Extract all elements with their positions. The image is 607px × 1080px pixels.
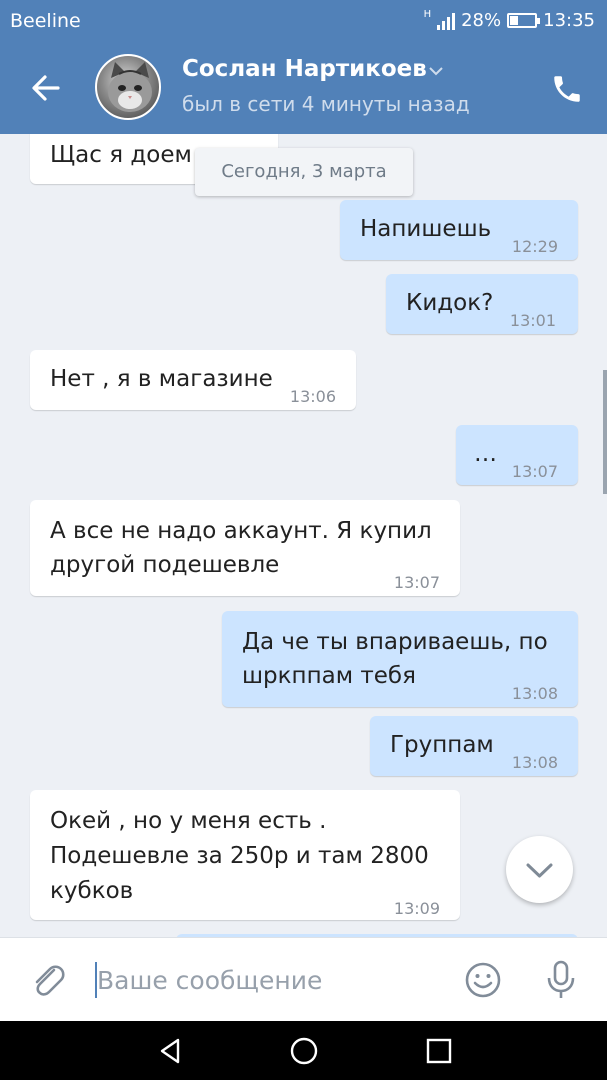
system-nav-bar <box>0 1021 607 1080</box>
chat-header: Сослан Нартикоев был в сети 4 минуты наз… <box>0 42 607 134</box>
chevron-down-icon[interactable] <box>428 66 444 76</box>
message-text: Щас я доем <box>50 142 192 168</box>
scrollbar-thumb[interactable] <box>603 370 607 494</box>
microphone-icon[interactable] <box>541 958 581 1002</box>
message-time: 12:29 <box>511 237 558 256</box>
status-indicators: H 28% 13:35 <box>423 9 595 32</box>
message-time: 13:01 <box>509 311 556 330</box>
back-arrow-icon[interactable] <box>28 70 64 106</box>
message-time: 13:08 <box>511 684 558 703</box>
recents-square-icon[interactable] <box>423 1035 455 1067</box>
carrier-name: Beeline <box>10 10 81 32</box>
message-out[interactable]: … 13:07 <box>456 425 578 485</box>
contact-name[interactable]: Сослан Нартикоев <box>182 56 427 82</box>
message-text-line-2: шркппам тебя <box>242 663 416 689</box>
message-time: 13:07 <box>511 462 558 481</box>
message-text-line-2: Подешевле за 250р и там 2800 <box>50 843 429 869</box>
message-text-line-2: другой подешевле <box>50 552 280 578</box>
message-time: 13:09 <box>393 899 440 918</box>
smile-icon[interactable] <box>463 960 503 1000</box>
network-type: H <box>423 9 432 20</box>
clock: 13:35 <box>543 10 595 31</box>
phone-icon[interactable] <box>550 72 584 106</box>
paperclip-icon[interactable] <box>28 960 68 1000</box>
battery-percent: 28% <box>461 10 502 31</box>
message-list[interactable]: Щас я доем Напишешь 12:29 Кидок? 13:01 Н… <box>0 134 607 937</box>
message-composer <box>0 937 607 1021</box>
message-out[interactable]: Да че ты впариваешь, по шркппам тебя 13:… <box>222 611 578 707</box>
signal-icon <box>437 12 456 30</box>
avatar[interactable] <box>95 54 161 120</box>
message-out[interactable]: Напишешь 12:29 <box>340 200 578 260</box>
date-divider: Сегодня, 3 марта <box>195 148 413 196</box>
message-time: 13:06 <box>289 387 336 406</box>
last-seen-status: был в сети 4 минуты назад <box>182 92 470 116</box>
cat-avatar-image <box>108 62 152 112</box>
battery-icon <box>507 13 541 28</box>
message-text: Группам <box>390 732 494 758</box>
message-in[interactable]: А все не надо аккаунт. Я купил другой по… <box>30 500 460 596</box>
home-circle-icon[interactable] <box>288 1035 320 1067</box>
message-input[interactable] <box>97 960 437 1000</box>
message-out[interactable]: Группам 13:08 <box>370 716 578 776</box>
scroll-down-button[interactable] <box>506 836 573 903</box>
message-text: Нет , я в магазине <box>50 366 273 392</box>
message-text-line-1: Да че ты впариваешь, по <box>242 629 548 655</box>
message-time: 13:07 <box>393 573 440 592</box>
message-in[interactable]: Окей , но у меня есть . Подешевле за 250… <box>30 790 460 920</box>
message-text-line-1: Окей , но у меня есть . <box>50 808 327 834</box>
message-text: Напишешь <box>360 216 492 242</box>
message-in[interactable]: Нет , я в магазине 13:06 <box>30 350 356 410</box>
message-text: … <box>474 441 497 467</box>
chevron-down-icon <box>526 863 553 878</box>
message-text-line-3: кубков <box>50 878 134 904</box>
message-time: 13:08 <box>511 753 558 772</box>
message-out[interactable]: Кидок? 13:01 <box>386 274 578 334</box>
message-text-line-1: А все не надо аккаунт. Я купил <box>50 518 432 544</box>
back-triangle-icon[interactable] <box>154 1035 186 1067</box>
message-text: Кидок? <box>406 290 494 316</box>
status-bar: Beeline H 28% 13:35 <box>0 0 607 42</box>
